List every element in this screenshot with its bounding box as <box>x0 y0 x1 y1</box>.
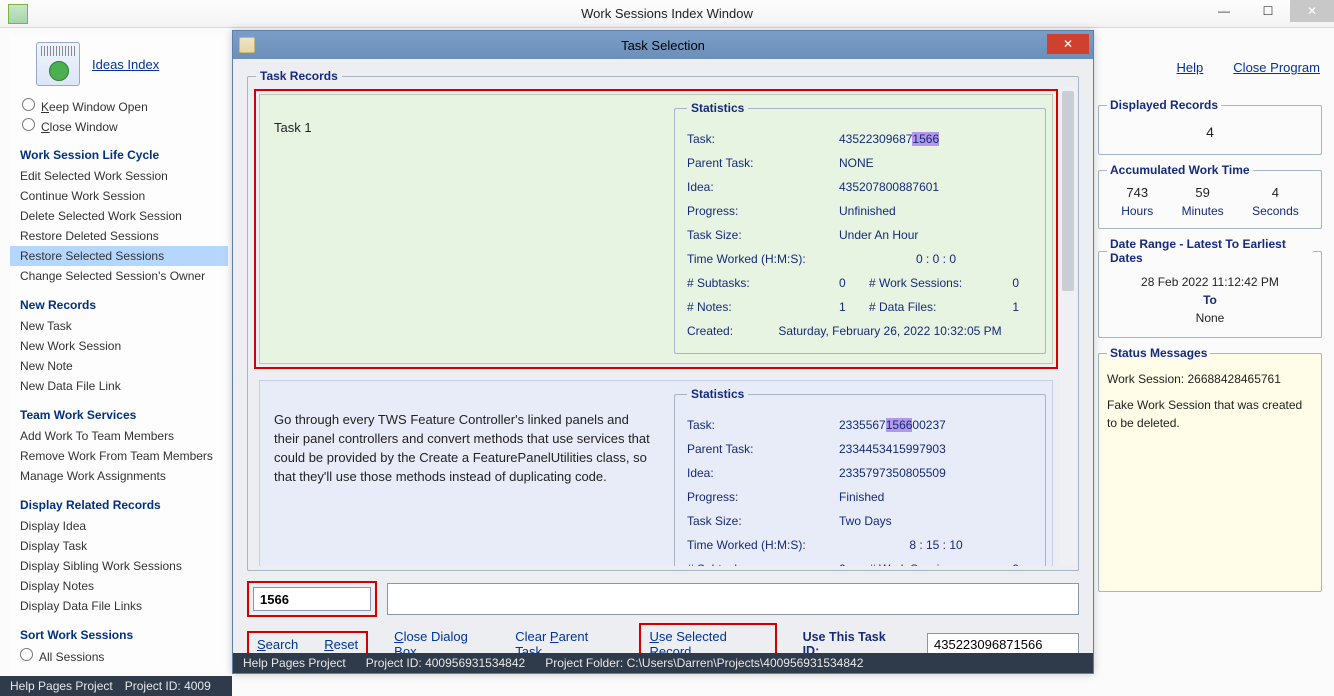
info-panel: Displayed Records 4 Accumulated Work Tim… <box>1098 98 1322 600</box>
stat-time: 0 : 0 : 0 <box>839 252 1033 266</box>
nav-disp-notes[interactable]: Display Notes <box>10 576 228 596</box>
section-display: Display Related Records <box>10 486 228 516</box>
nav-change-owner[interactable]: Change Selected Session's Owner <box>10 266 228 286</box>
stat-task-id: 435223096871566 <box>839 132 1033 146</box>
task-records-legend: Task Records <box>256 69 342 83</box>
status-pid: Project ID: 400956931534842 <box>366 656 525 670</box>
date-earliest: None <box>1107 309 1313 327</box>
nav-disp-task[interactable]: Display Task <box>10 536 228 556</box>
acc-secs: 4 <box>1252 185 1299 200</box>
nav-restore-deleted[interactable]: Restore Deleted Sessions <box>10 226 228 246</box>
window-title: Work Sessions Index Window <box>0 6 1334 21</box>
nav-delete-ws[interactable]: Delete Selected Work Session <box>10 206 228 226</box>
stat-size: Under An Hour <box>839 228 1033 242</box>
status-left-pid: Project ID: 4009 <box>125 679 211 693</box>
nav-new-task[interactable]: New Task <box>10 316 228 336</box>
nav-team-remove[interactable]: Remove Work From Team Members <box>10 446 228 466</box>
section-life-cycle: Work Session Life Cycle <box>10 136 228 166</box>
record-description: Task 1 <box>260 95 668 363</box>
nav-new-note[interactable]: New Note <box>10 356 228 376</box>
section-sort: Sort Work Sessions <box>10 616 228 646</box>
status-folder: Project Folder: C:\Users\Darren\Projects… <box>545 656 863 670</box>
close-button[interactable]: ✕ <box>1290 0 1334 22</box>
nav-disp-idea[interactable]: Display Idea <box>10 516 228 536</box>
date-range-legend: Date Range - Latest To Earliest Dates <box>1107 237 1313 265</box>
date-latest: 28 Feb 2022 11:12:42 PM <box>1107 273 1313 291</box>
dialog-title: Task Selection <box>233 38 1093 53</box>
task-selection-dialog: Task Selection ✕ Task Records Task 1 Sta… <box>232 30 1094 674</box>
nav-team-manage[interactable]: Manage Work Assignments <box>10 466 228 486</box>
section-new-records: New Records <box>10 286 228 316</box>
stat-idea: 435207800887601 <box>839 180 1033 194</box>
dialog-close-button[interactable]: ✕ <box>1047 34 1089 54</box>
stat-progress: Finished <box>839 490 1033 504</box>
stat-task-id: 2335567156600237 <box>839 418 1033 432</box>
titlebar: Work Sessions Index Window — ☐ ✕ <box>0 0 1334 28</box>
help-menu[interactable]: Help <box>1177 60 1204 75</box>
stat-idea: 2335797350805509 <box>839 466 1033 480</box>
record-description: Go through every TWS Feature Controller'… <box>260 381 668 566</box>
acc-mins: 59 <box>1182 185 1224 200</box>
records-scrollbar[interactable] <box>1060 87 1076 566</box>
nav-restore-selected[interactable]: Restore Selected Sessions <box>10 246 228 266</box>
nav-disp-sib[interactable]: Display Sibling Work Sessions <box>10 556 228 576</box>
reset-button[interactable]: Reset <box>324 637 358 652</box>
stat-time: 8 : 15 : 10 <box>839 538 1033 552</box>
sort-all-radio[interactable]: All Sessions <box>10 646 228 666</box>
nav-new-dfl[interactable]: New Data File Link <box>10 376 228 396</box>
status-project: Help Pages Project <box>243 656 346 670</box>
status-messages: Work Session: 26688428465761 Fake Work S… <box>1107 368 1313 568</box>
acc-hours: 743 <box>1121 185 1153 200</box>
minimize-button[interactable]: — <box>1202 0 1246 22</box>
search-input[interactable] <box>253 587 371 611</box>
keep-window-open-radio[interactable]: Keep Window Open <box>10 96 228 116</box>
section-team: Team Work Services <box>10 396 228 426</box>
calendar-icon <box>36 42 80 86</box>
stat-parent: NONE <box>839 156 1033 170</box>
displayed-records-value: 4 <box>1107 120 1313 144</box>
task-id-input[interactable] <box>927 633 1079 655</box>
search-button[interactable]: Search <box>257 637 298 652</box>
nav-edit-ws[interactable]: Edit Selected Work Session <box>10 166 228 186</box>
close-window-radio[interactable]: Close Window <box>10 116 228 136</box>
maximize-button[interactable]: ☐ <box>1246 0 1290 22</box>
status-legend: Status Messages <box>1107 346 1210 360</box>
nav-team-add[interactable]: Add Work To Team Members <box>10 426 228 446</box>
results-field[interactable] <box>387 583 1079 615</box>
sidebar: Ideas Index Keep Window Open Close Windo… <box>10 36 228 672</box>
status-left-project: Help Pages Project <box>10 679 113 693</box>
close-program-menu[interactable]: Close Program <box>1233 60 1320 75</box>
ideas-index-link[interactable]: Ideas Index <box>92 57 159 72</box>
stat-size: Two Days <box>839 514 1033 528</box>
nav-new-ws[interactable]: New Work Session <box>10 336 228 356</box>
stat-progress: Unfinished <box>839 204 1033 218</box>
stat-parent: 2334453415997903 <box>839 442 1033 456</box>
nav-continue-ws[interactable]: Continue Work Session <box>10 186 228 206</box>
displayed-records-legend: Displayed Records <box>1107 98 1221 112</box>
task-record[interactable]: Go through every TWS Feature Controller'… <box>254 375 1058 566</box>
accumulated-legend: Accumulated Work Time <box>1107 163 1253 177</box>
task-record-selected[interactable]: Task 1 Statistics Task:435223096871566 P… <box>254 89 1058 369</box>
stat-created: Saturday, February 26, 2022 10:32:05 PM <box>747 324 1033 338</box>
nav-disp-dfl[interactable]: Display Data File Links <box>10 596 228 616</box>
